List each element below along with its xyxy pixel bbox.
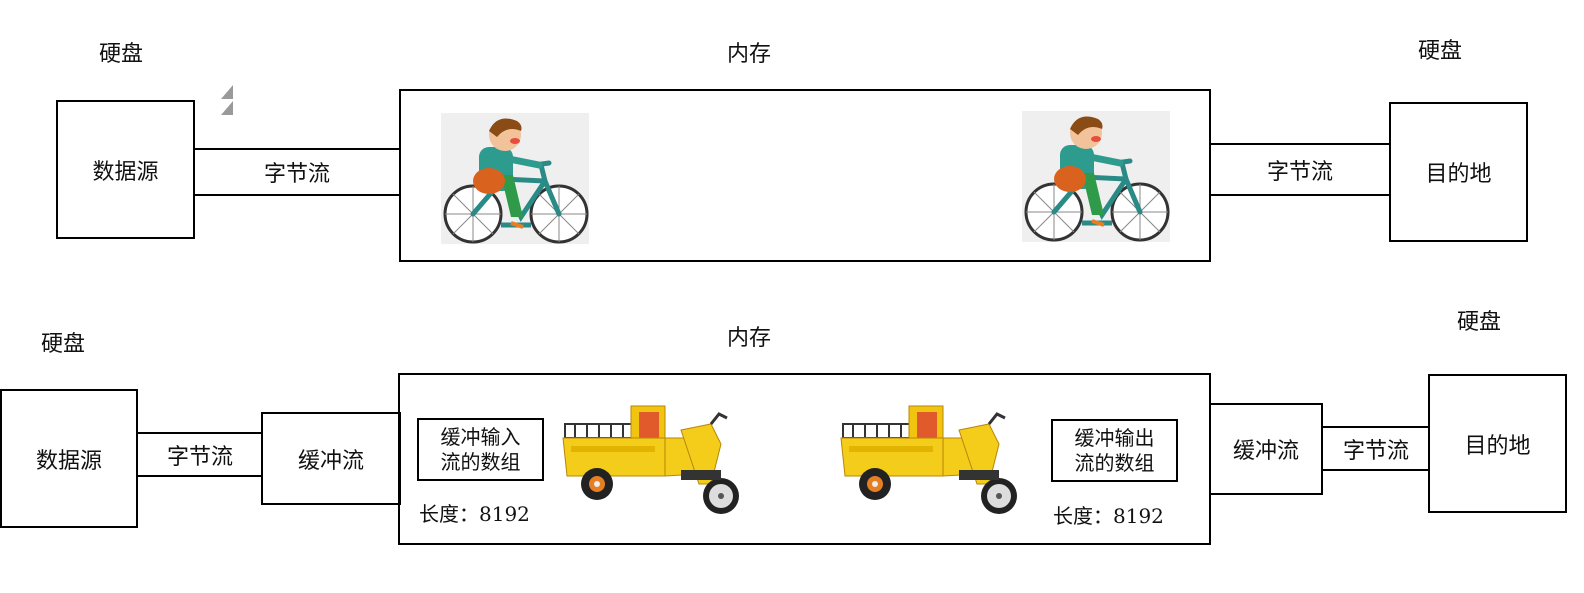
output-buffer-array-label: 缓冲输出 流的数组 bbox=[1074, 425, 1155, 475]
boy-on-bicycle-icon bbox=[441, 113, 589, 244]
decoration-triangle-icon bbox=[221, 101, 233, 115]
source-disk-label: 硬盘 bbox=[41, 332, 86, 357]
cargo-tricycle-icon bbox=[840, 405, 1017, 514]
byte-stream-pipe-right: 字节流 bbox=[1209, 143, 1391, 196]
input-buffer-length: 长度：8192 bbox=[419, 502, 530, 526]
data-source-label: 数据源 bbox=[92, 159, 159, 185]
data-source-label: 数据源 bbox=[35, 448, 102, 474]
buffer-stream-label: 缓冲流 bbox=[297, 448, 364, 474]
byte-stream-pipe-left: 字节流 bbox=[136, 432, 264, 477]
byte-stream-pipe-left: 字节流 bbox=[193, 148, 401, 196]
data-source-box: 数据源 bbox=[0, 389, 138, 528]
byte-stream-label: 字节流 bbox=[263, 162, 330, 187]
destination-box: 目的地 bbox=[1428, 374, 1567, 513]
buffer-stream-box-left: 缓冲流 bbox=[261, 412, 401, 505]
destination-box: 目的地 bbox=[1389, 102, 1528, 242]
cargo-tricycle-icon bbox=[562, 405, 739, 514]
input-buffer-array-box: 缓冲输入 流的数组 bbox=[417, 418, 544, 481]
input-buffer-array-label: 缓冲输入 流的数组 bbox=[440, 424, 521, 474]
output-buffer-array-box: 缓冲输出 流的数组 bbox=[1051, 419, 1178, 482]
buffer-stream-label: 缓冲流 bbox=[1232, 439, 1299, 464]
dest-disk-label: 硬盘 bbox=[1418, 39, 1463, 64]
memory-label: 内存 bbox=[727, 42, 772, 67]
output-buffer-length: 长度：8192 bbox=[1053, 504, 1164, 528]
decoration-triangle-icon bbox=[221, 85, 233, 99]
buffer-stream-box-right: 缓冲流 bbox=[1209, 403, 1323, 495]
byte-stream-label: 字节流 bbox=[166, 444, 233, 470]
destination-label: 目的地 bbox=[1464, 433, 1531, 459]
byte-stream-pipe-right: 字节流 bbox=[1321, 426, 1431, 471]
byte-stream-label: 字节流 bbox=[1342, 438, 1409, 464]
boy-on-bicycle-icon bbox=[1022, 111, 1170, 242]
source-disk-label: 硬盘 bbox=[99, 42, 144, 67]
destination-label: 目的地 bbox=[1425, 162, 1492, 187]
dest-disk-label: 硬盘 bbox=[1457, 310, 1502, 335]
memory-label: 内存 bbox=[727, 326, 772, 351]
byte-stream-label: 字节流 bbox=[1266, 159, 1333, 185]
data-source-box: 数据源 bbox=[56, 100, 195, 239]
